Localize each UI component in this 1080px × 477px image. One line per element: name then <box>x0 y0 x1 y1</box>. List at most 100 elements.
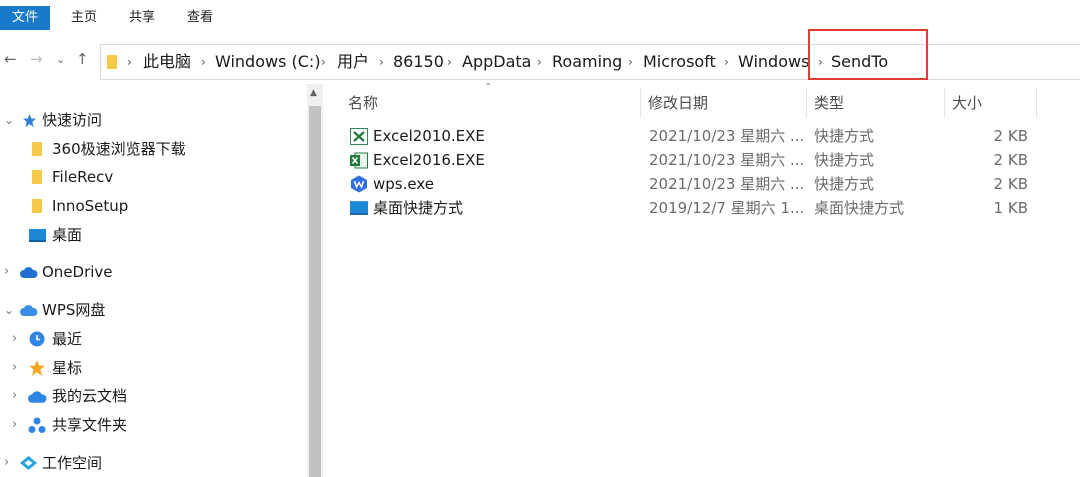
tab-file[interactable]: 文件 <box>0 6 50 30</box>
column-header-size[interactable]: 大小 <box>952 84 982 122</box>
folder-icon <box>32 199 42 213</box>
folder-icon <box>32 142 42 156</box>
crumb-users[interactable]: 用户 <box>337 45 369 79</box>
chevron-right-icon[interactable]: › <box>12 411 17 439</box>
file-name: Excel2016.EXE <box>373 151 485 169</box>
file-type: 快捷方式 <box>814 127 875 145</box>
column-header-name[interactable]: 名称 <box>348 84 378 122</box>
breadcrumb-separator: › <box>379 55 384 69</box>
folder-icon <box>107 55 117 69</box>
sidebar-item-shared-folder[interactable]: › 共享文件夹 <box>0 411 300 439</box>
navigation-pane: ⌄ 快速访问 360极速浏览器下载 FileRecv InnoSetup 桌面 … <box>0 84 305 477</box>
recent-locations-chevron-icon[interactable]: ⌄ <box>56 53 65 66</box>
sidebar-label: InnoSetup <box>52 197 129 215</box>
folder-icon <box>32 170 42 184</box>
crumb-user-86150[interactable]: 86150 <box>393 45 444 79</box>
file-date: 2019/12/7 星期六 1... <box>649 199 805 217</box>
sidebar-label: FileRecv <box>52 168 114 186</box>
chevron-right-icon[interactable]: › <box>12 354 17 382</box>
breadcrumb-separator: › <box>447 55 452 69</box>
column-header-type[interactable]: 类型 <box>814 84 844 122</box>
file-row[interactable]: wps.exe 2021/10/23 星期六 ... 快捷方式 2 KB <box>324 172 1080 196</box>
file-size: 2 KB <box>993 175 1028 193</box>
sidebar-label: 工作空间 <box>42 454 103 472</box>
up-arrow-icon[interactable]: ↑ <box>76 50 89 68</box>
column-divider[interactable] <box>806 88 807 118</box>
column-divider[interactable] <box>944 88 945 118</box>
sidebar-label: 共享文件夹 <box>52 416 128 434</box>
sidebar-item-innosetup[interactable]: InnoSetup <box>0 192 300 220</box>
star-pin-icon <box>22 113 37 128</box>
crumb-microsoft[interactable]: Microsoft <box>643 45 716 79</box>
file-type: 快捷方式 <box>814 151 875 169</box>
sidebar-label: WPS网盘 <box>42 301 106 319</box>
column-divider[interactable] <box>1036 88 1037 118</box>
back-arrow-icon[interactable]: ← <box>4 50 17 68</box>
chevron-right-icon[interactable]: › <box>4 258 9 286</box>
crumb-windows[interactable]: Windows <box>738 45 809 79</box>
column-header-date[interactable]: 修改日期 <box>648 84 708 122</box>
sidebar-label: 快速访问 <box>42 111 103 129</box>
breadcrumb-separator: › <box>628 55 633 69</box>
file-date: 2021/10/23 星期六 ... <box>649 127 805 145</box>
cloud-icon <box>20 305 38 316</box>
sidebar-label: 360极速浏览器下载 <box>52 140 186 158</box>
file-date: 2021/10/23 星期六 ... <box>649 175 805 193</box>
chevron-down-icon[interactable]: ⌄ <box>4 106 14 134</box>
tab-home[interactable]: 主页 <box>62 6 106 30</box>
breadcrumb-separator: › <box>724 55 729 69</box>
file-row[interactable]: Excel2016.EXE 2021/10/23 星期六 ... 快捷方式 2 … <box>324 148 1080 172</box>
sidebar-label: OneDrive <box>42 263 113 281</box>
breadcrumb-separator: › <box>537 55 542 69</box>
wps-icon <box>351 175 367 193</box>
sidebar-item-onedrive[interactable]: › OneDrive <box>0 258 300 286</box>
sidebar-scrollbar[interactable]: ▲ <box>307 84 323 477</box>
tab-view[interactable]: 查看 <box>178 6 222 30</box>
breadcrumb-separator: › <box>321 55 326 69</box>
scroll-up-arrow-icon[interactable]: ▲ <box>310 88 317 98</box>
file-row[interactable]: 桌面快捷方式 2019/12/7 星期六 1... 桌面快捷方式 1 KB <box>324 196 1080 220</box>
tab-share[interactable]: 共享 <box>120 6 164 30</box>
highlight-box <box>808 29 928 80</box>
chevron-down-icon[interactable]: ⌄ <box>4 296 14 324</box>
sidebar-item-wps-cloud[interactable]: ⌄ WPS网盘 <box>0 296 300 324</box>
file-name: 桌面快捷方式 <box>373 199 464 217</box>
sidebar-label: 最近 <box>52 330 83 348</box>
address-box[interactable]: › 此电脑 › Windows (C:) › 用户 › 86150 › AppD… <box>100 44 1080 80</box>
sidebar-item-my-cloud-docs[interactable]: › 我的云文档 <box>0 382 300 410</box>
file-row[interactable]: Excel2010.EXE 2021/10/23 星期六 ... 快捷方式 2 … <box>324 124 1080 148</box>
forward-arrow-icon[interactable]: → <box>30 50 43 68</box>
sidebar-item-360-downloads[interactable]: 360极速浏览器下载 <box>0 135 300 163</box>
sidebar-item-starred[interactable]: › 星标 <box>0 354 300 382</box>
excel-2010-icon <box>350 128 368 145</box>
sidebar-label: 桌面 <box>52 226 83 244</box>
breadcrumb-separator: › <box>201 55 206 69</box>
clock-icon <box>29 331 45 347</box>
excel-2016-icon <box>350 152 368 169</box>
crumb-c-drive[interactable]: Windows (C:) <box>215 45 321 79</box>
sidebar-item-workspace[interactable]: › 工作空间 <box>0 449 300 477</box>
crumb-roaming[interactable]: Roaming <box>552 45 622 79</box>
star-icon <box>29 360 45 376</box>
desktop-icon <box>29 229 46 242</box>
sort-ascending-icon: ⌃ <box>484 82 493 93</box>
column-divider[interactable] <box>640 88 641 118</box>
scrollbar-thumb[interactable] <box>309 106 321 477</box>
file-size: 1 KB <box>993 199 1028 217</box>
file-date: 2021/10/23 星期六 ... <box>649 151 805 169</box>
sidebar-item-quick-access[interactable]: ⌄ 快速访问 <box>0 106 300 134</box>
chevron-right-icon[interactable]: › <box>12 382 17 410</box>
cloud-icon <box>28 391 47 403</box>
crumb-this-pc[interactable]: 此电脑 <box>143 45 191 79</box>
workspace-icon <box>20 456 37 470</box>
chevron-right-icon[interactable]: › <box>12 325 17 353</box>
file-size: 2 KB <box>993 127 1028 145</box>
breadcrumb-separator: › <box>127 55 132 69</box>
sidebar-item-desktop[interactable]: 桌面 <box>0 221 300 249</box>
sidebar-item-filerecv[interactable]: FileRecv <box>0 163 300 191</box>
file-name: wps.exe <box>373 175 434 193</box>
file-name: Excel2010.EXE <box>373 127 485 145</box>
crumb-appdata[interactable]: AppData <box>462 45 531 79</box>
chevron-right-icon[interactable]: › <box>4 449 9 477</box>
sidebar-item-recent[interactable]: › 最近 <box>0 325 300 353</box>
